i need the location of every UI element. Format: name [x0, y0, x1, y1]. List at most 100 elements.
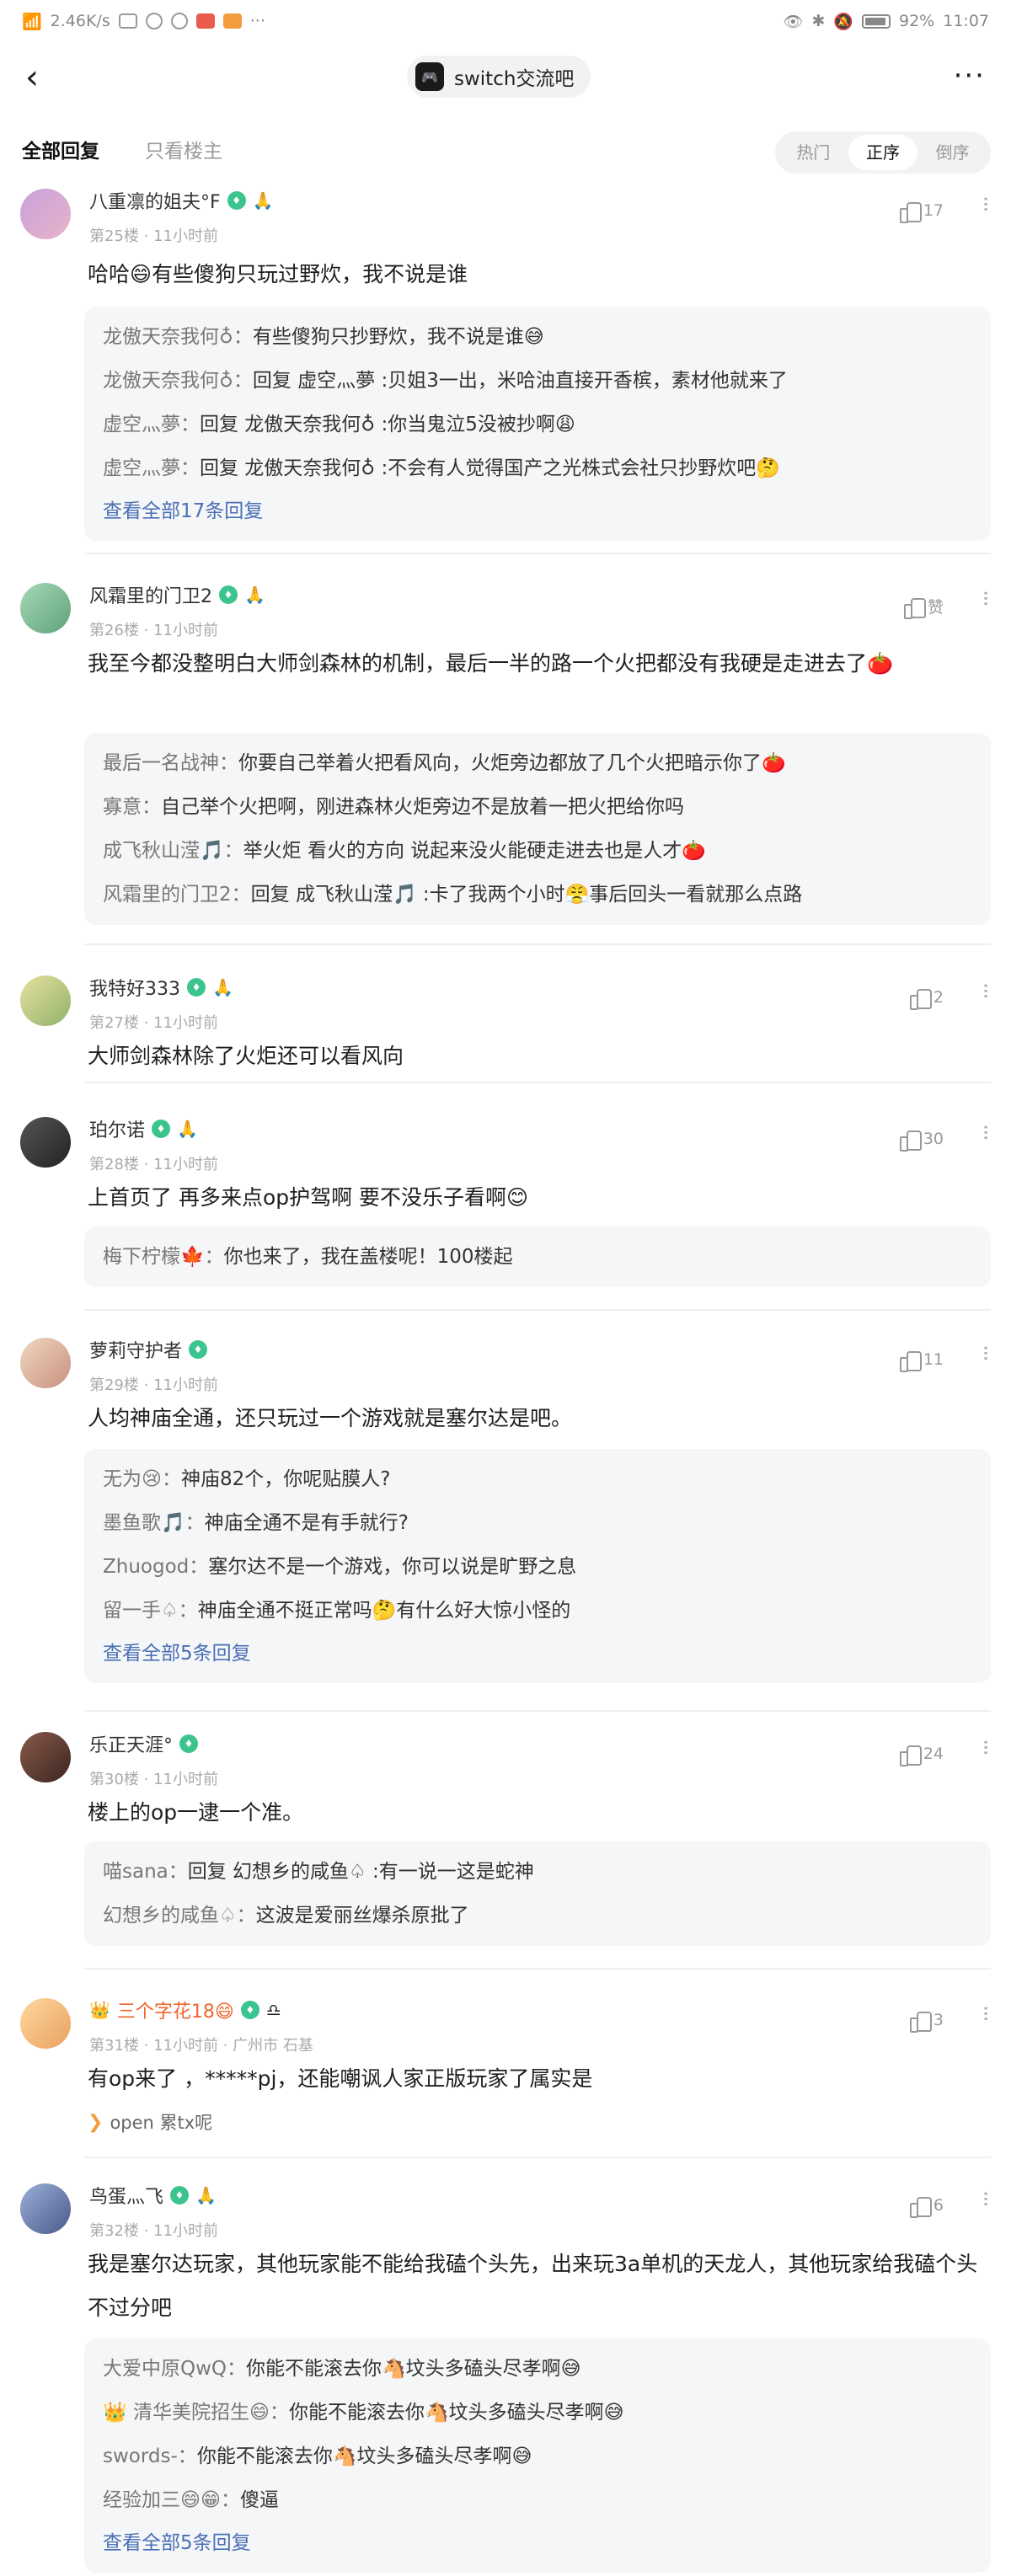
crown-icon: 👑 — [89, 2000, 110, 2020]
sub-reply: 最后一名战神：你要自己举着火把看风向，火炬旁边都放了几个火把暗示你了🍅 — [103, 752, 786, 774]
see-all-replies-link[interactable]: 查看全部5条回复 — [103, 2522, 972, 2564]
reply-content: 我至今都没整明白大师剑森林的机制，最后一半的路一个火把都没有我硬是走进去了🍅 — [88, 651, 894, 676]
like-button[interactable]: 6 — [909, 2195, 944, 2218]
level-badge-icon: ♦ — [187, 978, 206, 997]
tab-all-replies[interactable]: 全部回复 — [22, 135, 99, 163]
post-more-icon[interactable]: ··· — [972, 2005, 998, 2021]
reply-content: 有op来了 ，*****pj，还能嘲讽人家正版玩家了属实是 — [88, 2066, 593, 2091]
sub-replies[interactable]: 大爱中原QwQ：你能不能滚去你🐴坟头多磕头尽孝啊😅 👑 清华美院招生😄：你能不能… — [84, 2338, 991, 2573]
username[interactable]: 八重凛的姐夫°F — [89, 187, 221, 214]
post-time: 11小时前 — [153, 1376, 218, 1394]
sort-ascending[interactable]: 正序 — [848, 135, 918, 170]
badge-icon: 🙏 — [177, 1119, 198, 1139]
username[interactable]: 我特好333 — [89, 974, 180, 1001]
post-more-icon[interactable]: ··· — [972, 2190, 998, 2206]
reply-post: 珀尔诺 ♦ 🙏 第28楼 · 11小时前 30 ··· 上首页了 再多来点op护… — [0, 1110, 1011, 1311]
username[interactable]: 萝莉守护者 — [89, 1336, 182, 1363]
divider — [84, 553, 991, 554]
level-badge-icon: ♦ — [240, 2001, 259, 2019]
like-button[interactable]: 3 — [909, 2010, 944, 2033]
post-more-icon[interactable]: ··· — [972, 1124, 998, 1140]
divider — [84, 1968, 991, 1969]
more-button[interactable]: ··· — [954, 59, 986, 93]
sub-replies[interactable]: 喵sana：回复 幻想乡的咸鱼♤ :有一说一这是蛇神 幻想乡的咸鱼♤：这波是爱丽… — [84, 1841, 991, 1946]
like-count: 2 — [933, 988, 944, 1007]
floor-number: 第31楼 — [89, 2037, 139, 2055]
avatar[interactable] — [20, 975, 71, 1026]
sub-reply: 寡意：自己举个火把啊，刚进森林火炬旁边不是放着一把火把给你吗 — [103, 796, 684, 818]
reply-post: 我特好333 ♦ 🙏 第27楼 · 11小时前 2 ··· 大师剑森林除了火炬还… — [0, 969, 1011, 1087]
level-badge-icon: ♦ — [189, 1340, 208, 1359]
avatar[interactable] — [20, 1732, 71, 1782]
sort-hot[interactable]: 热门 — [778, 135, 848, 170]
libra-icon: ♎ — [265, 2000, 281, 2020]
more-notifications-icon: ··· — [249, 12, 265, 30]
sub-reply: Zhuogod：塞尔达不是一个游戏，你可以说是旷野之息 — [103, 1556, 577, 1578]
reply-content: 大师剑森林除了火炬还可以看风向 — [88, 1044, 404, 1068]
level-badge-icon: ♦ — [179, 1734, 199, 1753]
avatar[interactable] — [20, 1998, 71, 2049]
thumbs-up-icon — [899, 1129, 922, 1152]
post-more-icon[interactable]: ··· — [972, 590, 998, 606]
see-all-replies-link[interactable]: 查看全部17条回复 — [103, 490, 972, 532]
username[interactable]: 三个字花18😄 — [117, 1996, 234, 2023]
floor-number: 第27楼 — [89, 1014, 139, 1032]
post-more-icon[interactable]: ··· — [972, 195, 998, 211]
like-button[interactable]: 11 — [899, 1349, 944, 1372]
username[interactable]: 鸟蛋灬飞 — [89, 2182, 163, 2209]
thumbs-up-icon — [903, 596, 926, 619]
thumbs-up-icon — [899, 1349, 922, 1372]
app-red-icon — [195, 13, 215, 29]
divider — [84, 1082, 991, 1083]
post-more-icon[interactable]: ··· — [972, 1344, 998, 1360]
sub-replies[interactable]: 最后一名战神：你要自己举着火把看风向，火炬旁边都放了几个火把暗示你了🍅 寡意：自… — [84, 733, 991, 925]
like-button[interactable]: 赞 — [903, 595, 944, 619]
globe-icon — [170, 13, 188, 29]
avatar[interactable] — [20, 583, 71, 633]
like-button[interactable]: 2 — [909, 987, 944, 1010]
avatar[interactable] — [20, 1117, 71, 1168]
compass-icon — [145, 13, 163, 29]
status-bar: 📶 2.46K/s ··· 👁 ✱ 🔕 92% 11:07 — [0, 0, 1011, 42]
post-time: 11小时前 — [153, 2222, 218, 2240]
video-icon — [222, 13, 242, 29]
sub-reply: 虚空灬夢：回复 龙傲天奈我何♁ :不会有人觉得国产之光株式会社只抄野炊吧🤔 — [103, 457, 780, 479]
username[interactable]: 风霜里的门卫2 — [89, 581, 212, 608]
post-time: 11小时前 — [153, 1014, 218, 1032]
floor-number: 第25楼 — [89, 227, 139, 245]
username[interactable]: 珀尔诺 — [89, 1115, 145, 1142]
level-badge-icon: ♦ — [152, 1120, 171, 1138]
forum-name: switch交流吧 — [454, 68, 575, 90]
like-button[interactable]: 24 — [899, 1744, 944, 1766]
sub-replies[interactable]: 龙傲天奈我何♁：有些傻狗只抄野炊，我不说是谁😅 龙傲天奈我何♁：回复 虚空灬夢 … — [84, 307, 991, 541]
divider — [84, 943, 991, 945]
post-tail[interactable]: ❯ open 累tx呢 — [88, 2109, 212, 2135]
like-button[interactable]: 30 — [899, 1129, 944, 1152]
sub-replies[interactable]: 无为😢：神庙82个，你呢贴膜人? 墨鱼歌🎵：神庙全通不是有手就行? Zhuogo… — [84, 1449, 991, 1683]
flame-icon: ❯ — [88, 2111, 104, 2133]
badge-icon: 🙏 — [244, 585, 265, 605]
avatar[interactable] — [20, 2183, 71, 2234]
post-time: 11小时前 — [153, 227, 218, 245]
see-all-replies-link[interactable]: 查看全部5条回复 — [103, 1633, 972, 1675]
thumbs-up-icon — [899, 1744, 922, 1766]
reply-content: 人均神庙全通，还只玩过一个游戏就是塞尔达是吧。 — [88, 1406, 573, 1430]
post-more-icon[interactable]: ··· — [972, 1739, 998, 1755]
username[interactable]: 乐正天涯° — [89, 1730, 173, 1757]
tab-only-op[interactable]: 只看楼主 — [145, 135, 222, 163]
like-count: 赞 — [927, 598, 944, 617]
reply-content: 上首页了 再多来点op护驾啊 要不没乐子看啊😊 — [88, 1185, 529, 1210]
post-time: 11小时前 — [153, 1156, 218, 1173]
network-speed: 2.46K/s — [50, 12, 110, 30]
post-more-icon[interactable]: ··· — [972, 982, 998, 998]
sub-reply: 👑 清华美院招生😄：你能不能滚去你🐴坟头多磕头尽孝啊😅 — [103, 2402, 624, 2424]
avatar[interactable] — [20, 1338, 71, 1388]
back-button[interactable]: ‹ — [25, 61, 39, 94]
sort-descending[interactable]: 倒序 — [917, 135, 987, 170]
like-button[interactable]: 17 — [899, 200, 944, 223]
sub-replies[interactable]: 梅下柠檬🍁：你也来了，我在盖楼呢！100楼起 — [84, 1227, 991, 1287]
thumbs-up-icon — [899, 200, 922, 223]
avatar[interactable] — [20, 189, 71, 239]
forum-pill[interactable]: 🎮 switch交流吧 — [407, 56, 591, 98]
location: 广州市 石基 — [233, 2037, 313, 2055]
